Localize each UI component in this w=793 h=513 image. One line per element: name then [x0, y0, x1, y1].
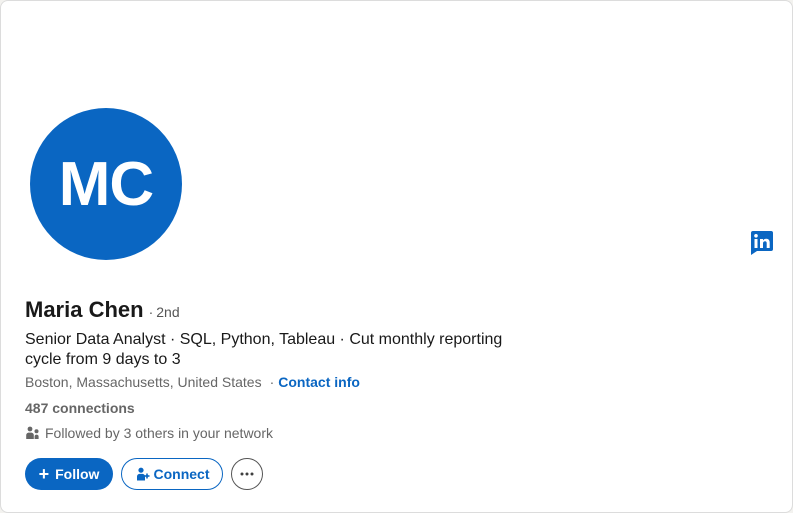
- person-add-icon: [135, 466, 151, 482]
- linkedin-icon[interactable]: [751, 231, 773, 255]
- contact-info-link[interactable]: Contact info: [278, 374, 360, 390]
- connect-button-label: Connect: [153, 466, 210, 482]
- people-icon: [25, 425, 41, 441]
- profile-name: Maria Chen: [25, 297, 144, 322]
- profile-location: Boston, Massachusetts, United States: [25, 374, 262, 390]
- more-horizontal-icon: [240, 472, 254, 476]
- followed-by-row[interactable]: Followed by 3 others in your network: [25, 425, 273, 441]
- name-row: Maria Chen · 2nd: [25, 297, 180, 323]
- connections-count[interactable]: 487 connections: [25, 400, 135, 416]
- more-options-button[interactable]: [231, 458, 263, 490]
- avatar[interactable]: MC: [30, 108, 182, 260]
- profile-card: MC Maria Chen · 2nd Senior Data Analyst ·…: [0, 0, 793, 513]
- connect-button[interactable]: Connect: [121, 458, 223, 490]
- follow-button-label: Follow: [55, 466, 100, 482]
- profile-headline: Senior Data Analyst · SQL, Python, Table…: [25, 331, 503, 368]
- avatar-initials: MC: [58, 149, 154, 219]
- connection-degree-label: 2nd: [156, 304, 180, 320]
- followed-by-text: Followed by 3 others in your network: [45, 425, 273, 441]
- plus-icon: +: [38, 464, 50, 484]
- profile-actions: + Follow Connect: [25, 458, 263, 490]
- connection-degree: · 2nd: [148, 304, 180, 320]
- location-row: Boston, Massachusetts, United States · Con…: [25, 374, 360, 390]
- follow-button[interactable]: + Follow: [25, 458, 113, 490]
